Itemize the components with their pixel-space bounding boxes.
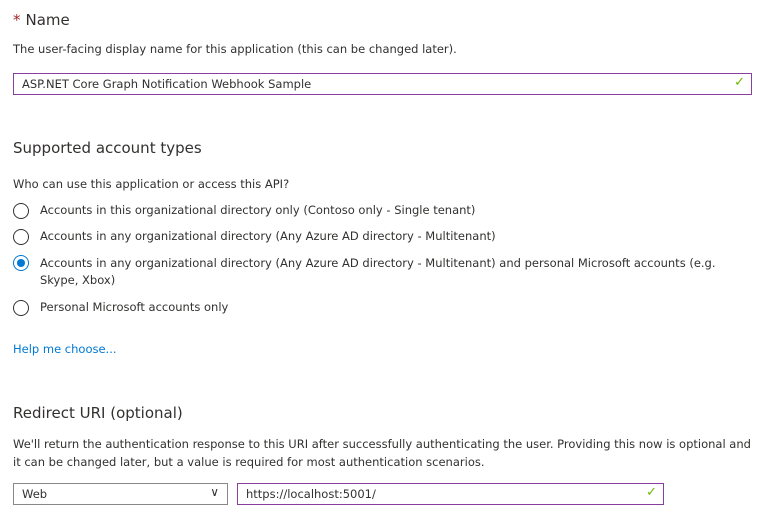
checkmark-icon: ✓	[734, 75, 745, 90]
radio-label[interactable]: Accounts in this organizational director…	[40, 202, 730, 219]
chevron-down-icon: ∨	[210, 485, 219, 499]
platform-select[interactable]: Web ∨	[13, 483, 228, 505]
redirect-uri-input[interactable]: https://localhost:5001/ ✓	[237, 483, 664, 505]
radio-single-tenant[interactable]	[13, 203, 29, 219]
help-me-choose-link[interactable]: Help me choose...	[13, 342, 117, 356]
redirect-description: We'll return the authentication response…	[13, 437, 751, 469]
account-types-title: Supported account types	[13, 139, 202, 157]
checkmark-icon: ✓	[646, 485, 657, 500]
name-description: The user-facing display name for this ap…	[13, 42, 457, 56]
radio-personal-only[interactable]	[13, 300, 29, 316]
radio-multitenant-personal[interactable]	[13, 255, 29, 271]
name-input[interactable]: ASP.NET Core Graph Notification Webhook …	[13, 73, 752, 95]
name-heading: * Name	[13, 11, 70, 29]
radio-label[interactable]: Personal Microsoft accounts only	[40, 299, 730, 316]
platform-value: Web	[22, 487, 48, 501]
radio-label[interactable]: Accounts in any organizational directory…	[40, 255, 730, 289]
name-value: ASP.NET Core Graph Notification Webhook …	[22, 77, 312, 91]
redirect-title: Redirect URI (optional)	[13, 404, 183, 422]
radio-multitenant[interactable]	[13, 229, 29, 245]
required-mark: *	[13, 11, 21, 29]
name-title: Name	[25, 11, 70, 29]
account-types-question: Who can use this application or access t…	[13, 177, 290, 191]
radio-label[interactable]: Accounts in any organizational directory…	[40, 228, 730, 245]
redirect-uri-value: https://localhost:5001/	[246, 487, 376, 501]
